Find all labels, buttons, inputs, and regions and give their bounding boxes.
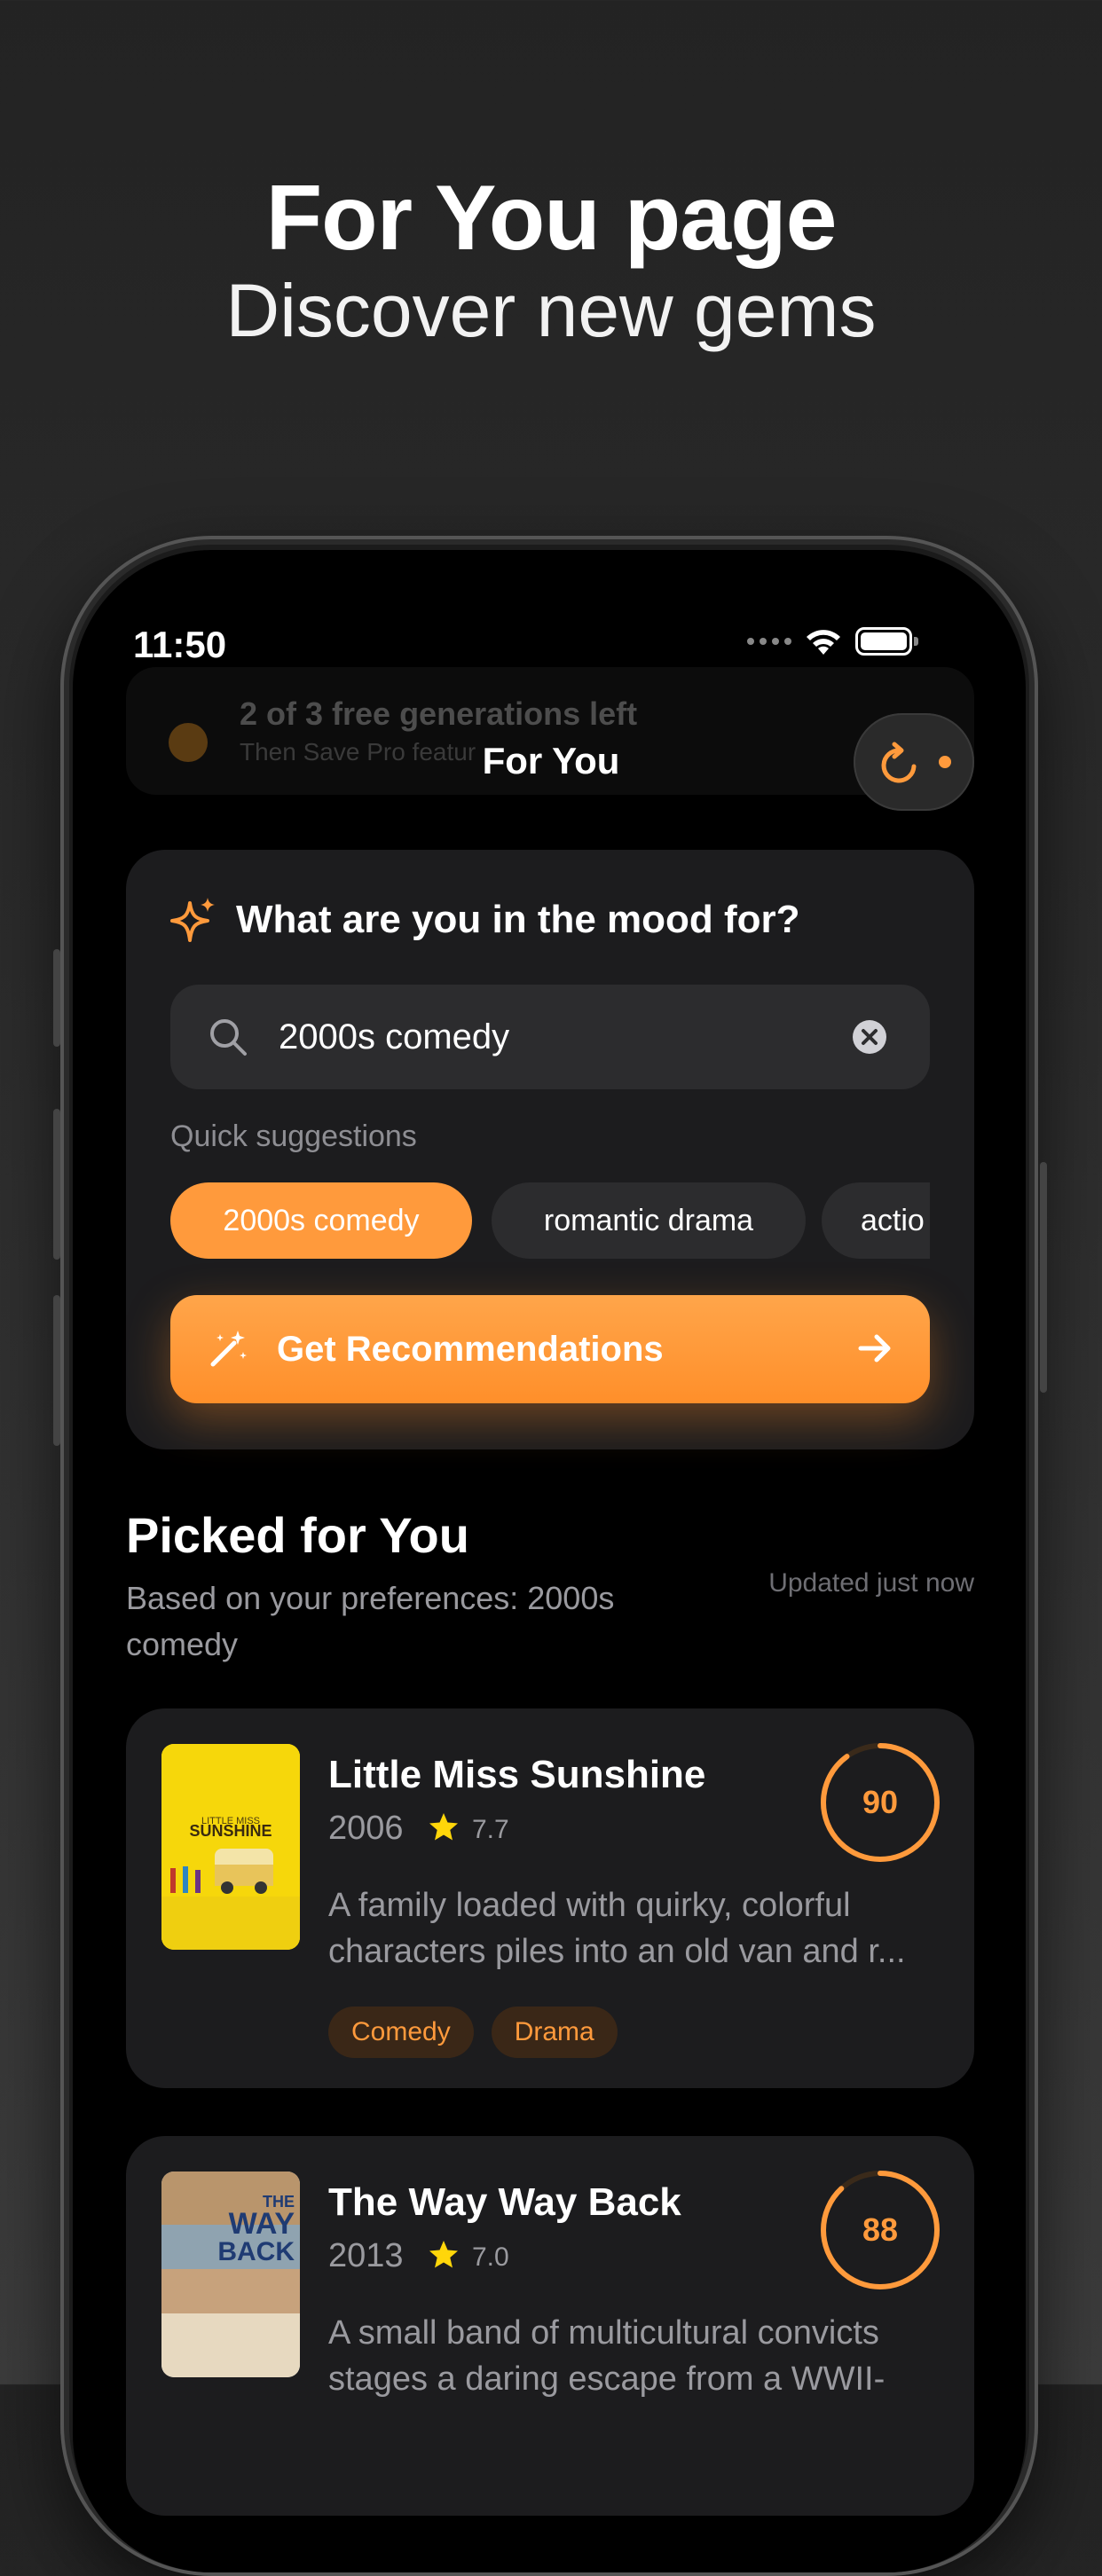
signal-icon xyxy=(747,638,791,645)
movie-poster: LITTLE MISS SUNSHINE xyxy=(161,1744,300,1950)
sparkles-icon xyxy=(170,898,215,942)
match-score: 90 xyxy=(862,1784,899,1820)
clear-icon[interactable] xyxy=(852,1019,887,1055)
movie-card[interactable]: LITTLE MISS SUNSHINE Little Miss Sunshin… xyxy=(126,1708,974,2088)
refresh-icon xyxy=(881,742,917,783)
power-button xyxy=(1040,1162,1047,1393)
arrow-right-icon xyxy=(858,1334,891,1363)
marketing-subtitle: Discover new gems xyxy=(225,269,877,352)
genre-tag: Drama xyxy=(491,2007,618,2058)
volume-down-button xyxy=(53,1295,60,1446)
get-recommendations-label: Get Recommendations xyxy=(277,1330,664,1369)
suggestion-chip[interactable]: actio xyxy=(822,1182,930,1259)
status-icons xyxy=(747,626,918,656)
movie-title: The Way Way Back xyxy=(328,2180,681,2224)
action-button xyxy=(53,949,60,1047)
movie-poster: THE WAY BACK xyxy=(161,2172,300,2377)
match-score: 88 xyxy=(862,2211,899,2248)
quick-suggestions-label: Quick suggestions xyxy=(170,1119,417,1153)
suggestion-chips: 2000s comedy romantic drama actio xyxy=(170,1182,930,1259)
updated-timestamp: Updated just now xyxy=(768,1568,974,1598)
movie-rating: 7.7 xyxy=(472,1815,509,1844)
movie-description: A small band of multicultural convicts s… xyxy=(328,2314,886,2398)
mood-title: What are you in the mood for? xyxy=(236,898,800,941)
status-time: 11:50 xyxy=(133,624,227,665)
star-icon xyxy=(429,2241,458,2268)
volume-up-button xyxy=(53,1109,60,1260)
movie-rating: 7.0 xyxy=(472,2242,509,2272)
refresh-button[interactable] xyxy=(854,713,974,811)
movie-title: Little Miss Sunshine xyxy=(328,1753,706,1796)
banner-title: 2 of 3 free generations left xyxy=(240,695,638,732)
wifi-icon xyxy=(807,630,840,655)
magic-wand-icon xyxy=(210,1331,247,1367)
battery-icon xyxy=(855,627,918,656)
svg-text:BACK: BACK xyxy=(217,2237,295,2266)
suggestion-chip[interactable]: romantic drama xyxy=(492,1182,806,1259)
movie-year: 2006 xyxy=(328,1810,404,1847)
star-icon xyxy=(429,1813,458,1841)
search-icon xyxy=(210,1019,247,1056)
svg-text:WAY: WAY xyxy=(229,2207,295,2241)
marketing-title: For You page xyxy=(265,167,838,270)
movie-card[interactable]: THE WAY BACK The Way Way Back 2013 7.0 A… xyxy=(126,2136,974,2516)
svg-text:SUNSHINE: SUNSHINE xyxy=(189,1822,272,1840)
movie-description: A family loaded with quirky, colorful ch… xyxy=(328,1887,906,1970)
picked-subtitle: Based on your preferences: 2000s comedy xyxy=(126,1580,615,1662)
movie-year: 2013 xyxy=(328,2237,404,2274)
get-recommendations-button[interactable]: Get Recommendations xyxy=(170,1295,930,1403)
picked-title: Picked for You xyxy=(126,1507,469,1563)
refresh-badge-dot xyxy=(939,756,951,768)
search-input-value[interactable]: 2000s comedy xyxy=(279,1017,509,1057)
genre-tag: Comedy xyxy=(328,2007,474,2058)
genre-tags: Comedy Drama xyxy=(328,2007,618,2058)
suggestion-chip-selected[interactable]: 2000s comedy xyxy=(170,1182,472,1259)
